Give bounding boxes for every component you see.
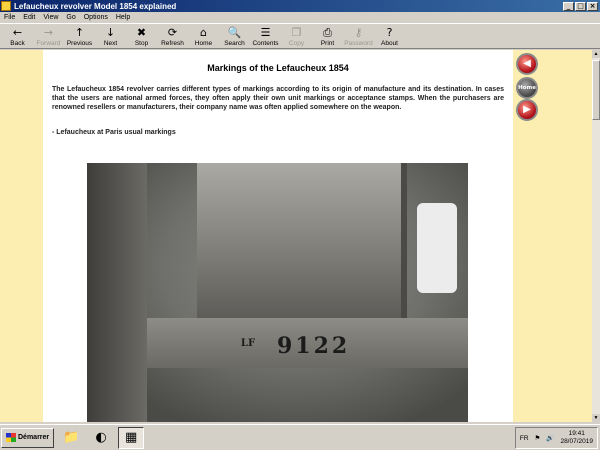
previous-button[interactable]: ↑ Previous: [64, 24, 95, 49]
maker-mark: LF: [240, 338, 256, 349]
menu-options[interactable]: Options: [80, 14, 112, 21]
scroll-down-icon[interactable]: ▼: [592, 414, 600, 422]
print-label: Print: [320, 40, 335, 47]
volume-icon[interactable]: 🔊: [546, 434, 554, 442]
minimize-button[interactable]: _: [563, 1, 574, 11]
back-icon: ←: [12, 25, 23, 39]
about-icon: ?: [386, 25, 393, 39]
menu-edit[interactable]: Edit: [19, 14, 39, 21]
scroll-up-icon[interactable]: ▲: [592, 50, 600, 58]
previous-label: Previous: [66, 40, 93, 47]
previous-icon: ↑: [74, 25, 85, 39]
about-label: About: [381, 40, 398, 47]
cylinder: [197, 163, 407, 318]
home-label: Home: [194, 40, 213, 47]
content-area: Markings of the Lefaucheux 1854 The Lefa…: [0, 50, 600, 422]
print-button[interactable]: ⎙ Print: [312, 24, 343, 49]
stop-button[interactable]: ✖ Stop: [126, 24, 157, 49]
home-button[interactable]: ⌂ Home: [188, 24, 219, 49]
password-button[interactable]: ⚷ Password: [343, 24, 374, 49]
menu-bar: File Edit View Go Options Help: [0, 12, 600, 23]
next-icon: ↓: [105, 25, 116, 39]
menu-view[interactable]: View: [39, 14, 62, 21]
start-button[interactable]: Démarrer: [1, 427, 55, 448]
menu-help[interactable]: Help: [112, 14, 134, 21]
menu-go[interactable]: Go: [62, 14, 79, 21]
maximize-button[interactable]: □: [575, 1, 586, 11]
window-title: Lefaucheux revolver Model 1854 explained: [14, 1, 177, 11]
back-button[interactable]: ← Back: [2, 24, 33, 49]
copy-button[interactable]: ❐ Copy: [281, 24, 312, 49]
refresh-label: Refresh: [161, 40, 184, 47]
intro-paragraph: The Lefaucheux 1854 revolver carries dif…: [52, 86, 504, 111]
serial-number: 9122: [277, 333, 351, 359]
clock[interactable]: 19:41 28/07/2019: [560, 430, 593, 446]
app-icon: [1, 1, 11, 11]
about-button[interactable]: ? About: [374, 24, 405, 49]
close-button[interactable]: ×: [587, 1, 598, 11]
refresh-icon: ⟳: [167, 25, 178, 39]
search-label: Search: [224, 40, 245, 47]
vertical-scrollbar[interactable]: ▲ ▼: [592, 50, 600, 422]
page-title: Markings of the Lefaucheux 1854: [207, 63, 349, 73]
forward-icon: →: [43, 25, 54, 39]
print-icon: ⎙: [323, 25, 332, 39]
next-label: Next: [103, 40, 118, 47]
help-app-task-icon[interactable]: ▦: [118, 426, 145, 449]
scroll-thumb[interactable]: [592, 60, 600, 120]
taskbar: Démarrer 📁 ◐ ▦ FR ⚑ 🔊 19:41 28/07/2019: [0, 424, 600, 450]
forward-label: Forward: [36, 40, 61, 47]
contents-icon: ☰: [260, 25, 271, 39]
section-heading: - Lefaucheux at Paris usual markings: [52, 129, 176, 136]
contents-label: Contents: [252, 40, 279, 47]
help-page: Markings of the Lefaucheux 1854 The Lefa…: [43, 50, 513, 422]
contents-button[interactable]: ☰ Contents: [250, 24, 281, 49]
nav-forward-icon[interactable]: ▶: [516, 99, 538, 121]
language-indicator[interactable]: FR: [520, 435, 529, 442]
system-tray: FR ⚑ 🔊 19:41 28/07/2019: [514, 427, 598, 449]
password-icon: ⚷: [354, 25, 363, 39]
revolver-photo: LF 9122: [87, 163, 468, 422]
browser-task-icon[interactable]: ◐: [88, 427, 114, 449]
refresh-button[interactable]: ⟳ Refresh: [157, 24, 188, 49]
stop-label: Stop: [134, 40, 149, 47]
network-icon[interactable]: ⚑: [535, 434, 541, 442]
stop-icon: ✖: [136, 25, 147, 39]
search-icon: 🔍: [227, 25, 242, 39]
copy-icon: ❐: [291, 25, 302, 39]
back-label: Back: [10, 40, 25, 47]
explorer-task-icon[interactable]: 📁: [58, 427, 84, 449]
password-label: Password: [344, 40, 373, 47]
menu-file[interactable]: File: [0, 14, 19, 21]
home-icon: ⌂: [200, 25, 207, 39]
search-button[interactable]: 🔍 Search: [219, 24, 250, 49]
nav-home-button[interactable]: Home: [516, 77, 538, 99]
forward-button[interactable]: → Forward: [33, 24, 64, 49]
title-bar: Lefaucheux revolver Model 1854 explained…: [0, 0, 600, 12]
next-button[interactable]: ↓ Next: [95, 24, 126, 49]
windows-logo-icon: [6, 433, 16, 442]
copy-label: Copy: [288, 40, 305, 47]
nav-back-icon[interactable]: ◀: [516, 53, 538, 75]
toolbar: ← Back → Forward ↑ Previous ↓ Next ✖ Stop ⟳ Refresh…: [0, 23, 600, 49]
